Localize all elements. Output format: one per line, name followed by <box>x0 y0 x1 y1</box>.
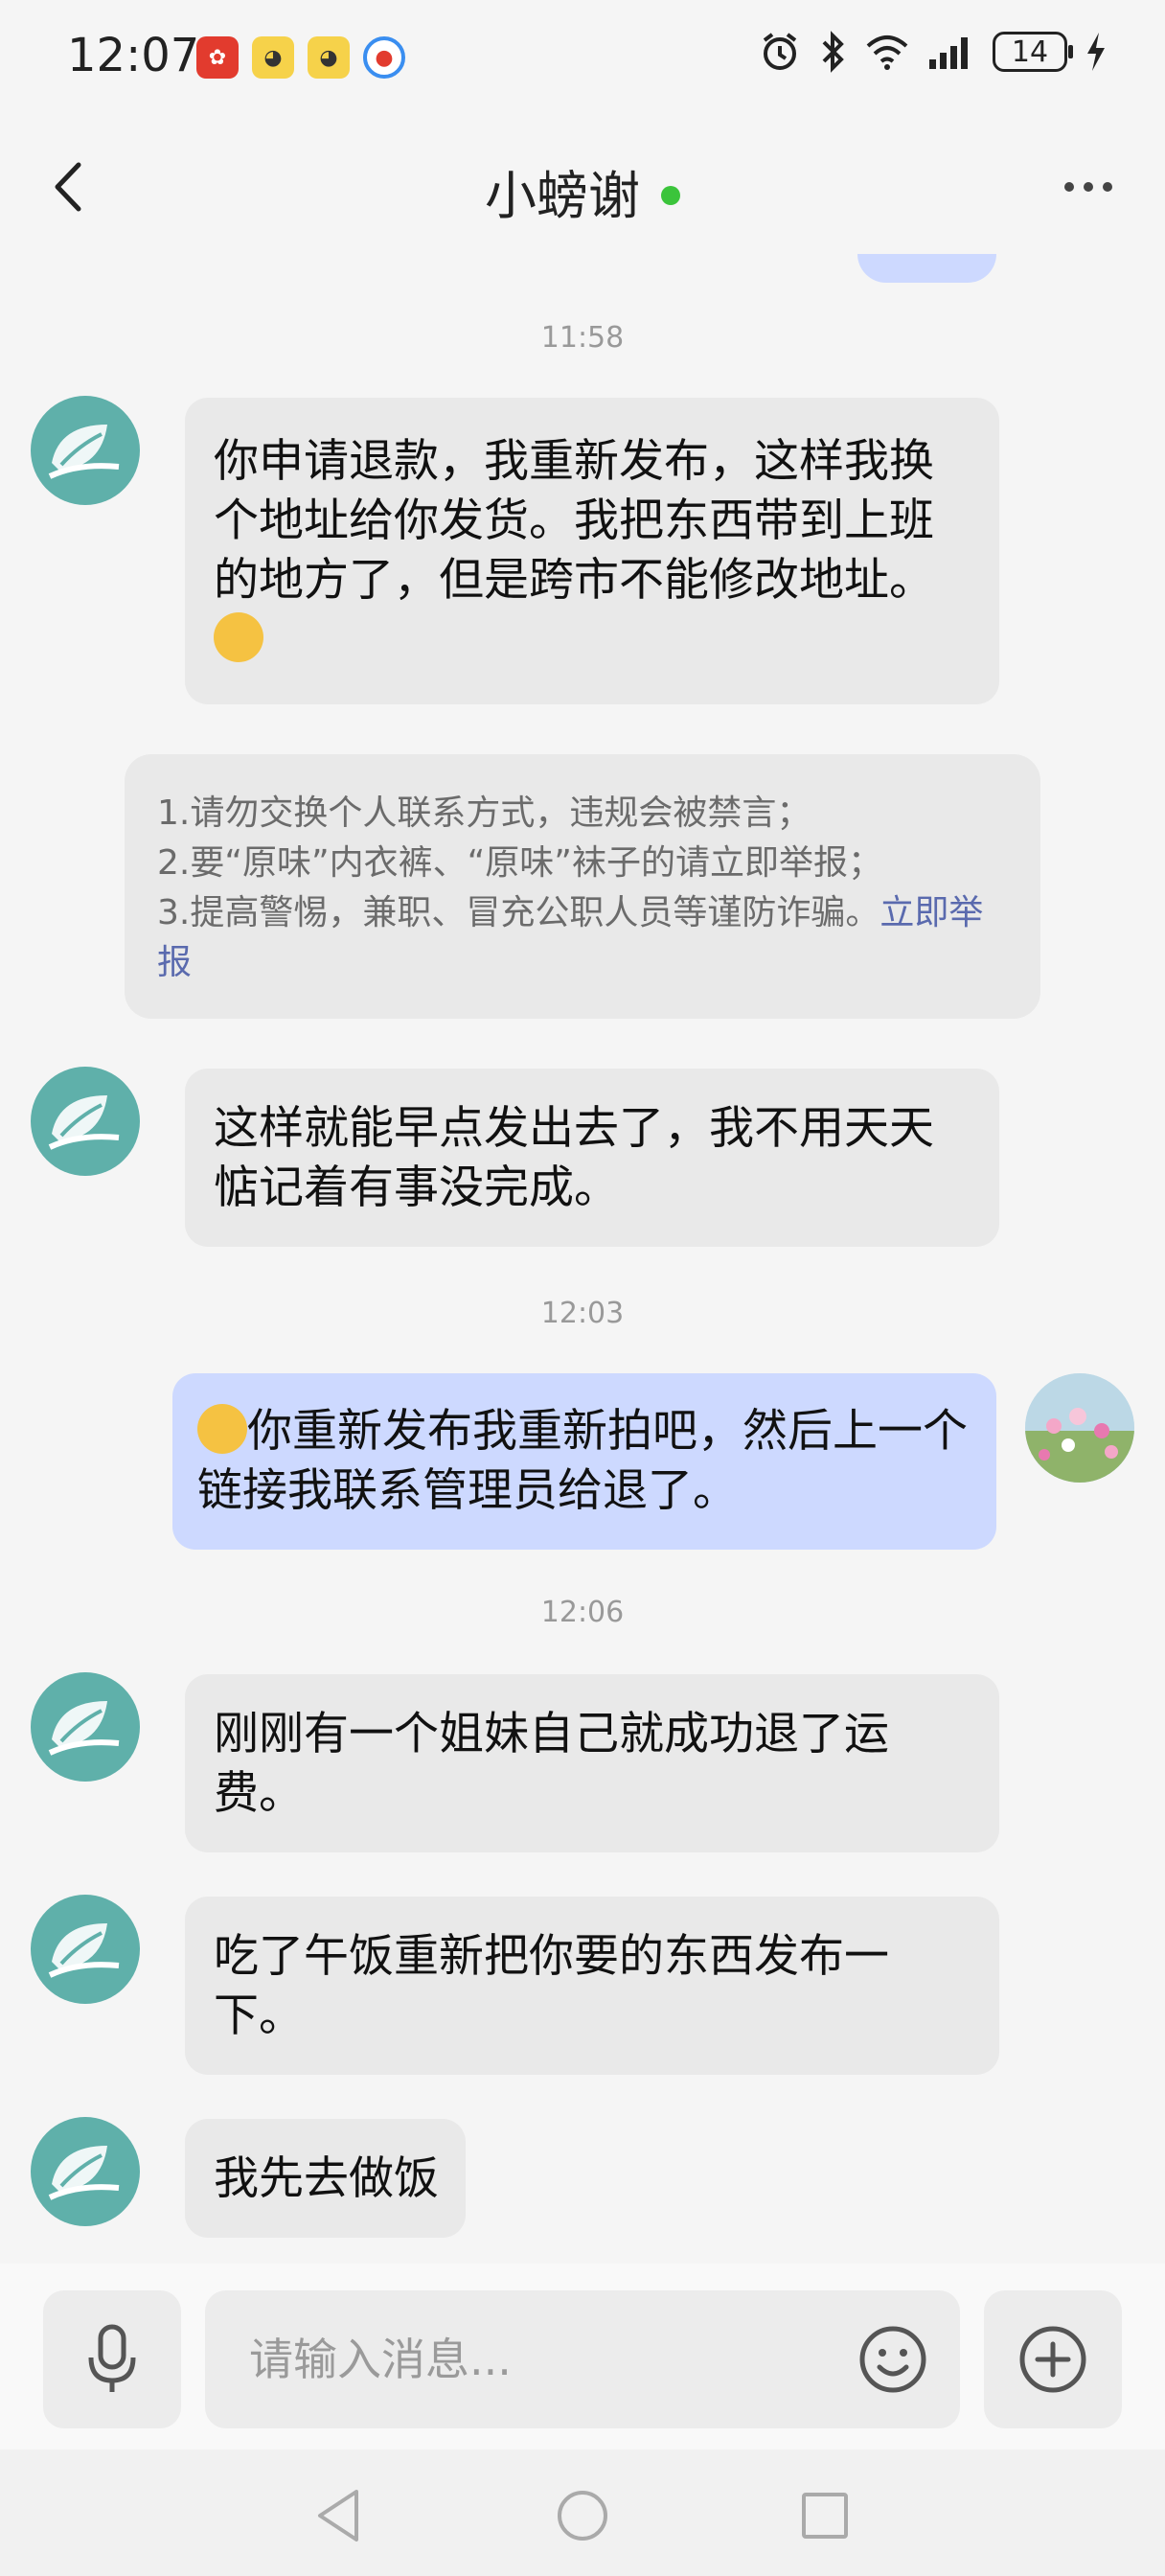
smiley-icon <box>859 2326 926 2393</box>
message-text: 你重新发布我重新拍吧，然后上一个链接我联系管理员给退了。 <box>197 1405 968 1517</box>
message-text: 我先去做饭 <box>214 2152 439 2205</box>
nav-back-button[interactable] <box>307 2482 374 2549</box>
contact-avatar[interactable] <box>31 1895 140 2004</box>
leaf-avatar-icon <box>48 1923 120 1978</box>
message-input-container <box>205 2290 960 2428</box>
contact-avatar[interactable] <box>31 1067 140 1176</box>
online-status-dot <box>661 185 680 205</box>
app-notification-icon: ✿ <box>196 36 239 79</box>
message-timestamp: 11:58 <box>540 321 625 355</box>
contact-avatar[interactable] <box>31 1672 140 1782</box>
grinning-emoji-icon <box>214 612 263 662</box>
message-input[interactable] <box>249 2290 824 2428</box>
message-timestamp: 12:06 <box>540 1596 625 1629</box>
chat-header: 小螃谢 <box>0 125 1165 254</box>
input-bar <box>0 2264 1165 2450</box>
message-text: 刚刚有一个姐妹自己就成功退了运费。 <box>214 1708 889 1820</box>
battery-indicator: 14 <box>993 32 1073 72</box>
message-list[interactable]: 11:58 你申请退款，我重新发布，这样我换个地址给你发货。我把东西带到上班的地… <box>0 254 1165 2264</box>
leaf-avatar-icon <box>48 1095 120 1150</box>
chat-screen: 12:07 ✿ ◕ ◕ ● 14 小螃谢 11:58 你申请退款，我重新发布，这… <box>0 0 1165 2576</box>
contact-name: 小螃谢 <box>485 166 640 226</box>
charging-icon <box>1087 33 1105 71</box>
wifi-icon <box>866 35 908 70</box>
notification-icons: ✿ ◕ ◕ ● <box>196 36 405 79</box>
contact-avatar[interactable] <box>31 2117 140 2226</box>
status-bar: 12:07 ✿ ◕ ◕ ● 14 <box>0 0 1165 125</box>
more-actions-button[interactable] <box>984 2290 1122 2428</box>
browser-app-icon: ● <box>363 36 405 79</box>
rabbit-app-icon: ◕ <box>308 36 350 79</box>
notice-line: 1.请勿交换个人联系方式，违规会被禁言； <box>157 794 811 833</box>
leaf-avatar-icon <box>48 1701 120 1756</box>
nav-recents-button[interactable] <box>791 2482 858 2549</box>
more-dots-icon <box>1064 182 1112 192</box>
previous-message-bubble <box>857 254 996 283</box>
safety-notice: 1.请勿交换个人联系方式，违规会被禁言； 2.要“原味”内衣裤、“原味”袜子的请… <box>125 754 1040 1019</box>
status-time: 12:07 <box>67 29 200 82</box>
incoming-message[interactable]: 刚刚有一个姐妹自己就成功退了运费。 <box>185 1674 999 1852</box>
plus-circle-icon <box>1019 2326 1086 2393</box>
message-text: 你申请退款，我重新发布，这样我换个地址给你发货。我把东西带到上班的地方了，但是跨… <box>214 435 934 607</box>
alarm-icon <box>763 33 797 70</box>
incoming-message[interactable]: 我先去做饭 <box>185 2119 466 2238</box>
system-navigation-bar <box>0 2450 1165 2576</box>
nav-home-button[interactable] <box>549 2482 616 2549</box>
circle-home-icon <box>558 2491 607 2541</box>
bluetooth-icon <box>822 31 844 73</box>
leaf-avatar-icon <box>48 425 120 479</box>
message-text: 这样就能早点发出去了，我不用天天惦记着有事没完成。 <box>214 1102 934 1214</box>
notice-line: 3.提高警惕，兼职、冒充公职人员等谨防诈骗。 <box>157 893 880 932</box>
flowers-avatar-icon <box>1025 1373 1134 1483</box>
more-options-button[interactable] <box>1050 153 1127 220</box>
message-text: 吃了午饭重新把你要的东西发布一下。 <box>214 1930 889 2042</box>
contact-avatar[interactable] <box>31 396 140 505</box>
notice-line: 2.要“原味”内衣裤、“原味”袜子的请立即举报； <box>157 843 882 883</box>
microphone-icon <box>88 2324 136 2392</box>
square-recents-icon <box>802 2493 848 2539</box>
my-avatar[interactable] <box>1025 1373 1134 1483</box>
crying-laughing-emoji-icon <box>197 1404 247 1454</box>
leaf-avatar-icon <box>48 2146 120 2200</box>
signal-icon <box>929 37 968 69</box>
emoji-button[interactable] <box>853 2319 933 2400</box>
voice-input-button[interactable] <box>43 2290 181 2428</box>
incoming-message[interactable]: 这样就能早点发出去了，我不用天天惦记着有事没完成。 <box>185 1069 999 1247</box>
rabbit-app-icon: ◕ <box>252 36 294 79</box>
triangle-back-icon <box>318 2490 358 2542</box>
incoming-message[interactable]: 你申请退款，我重新发布，这样我换个地址给你发货。我把东西带到上班的地方了，但是跨… <box>185 398 999 704</box>
outgoing-message[interactable]: 你重新发布我重新拍吧，然后上一个链接我联系管理员给退了。 <box>172 1373 996 1550</box>
system-indicators: 14 <box>759 31 1108 73</box>
incoming-message[interactable]: 吃了午饭重新把你要的东西发布一下。 <box>185 1897 999 2075</box>
message-timestamp: 12:03 <box>540 1297 625 1330</box>
